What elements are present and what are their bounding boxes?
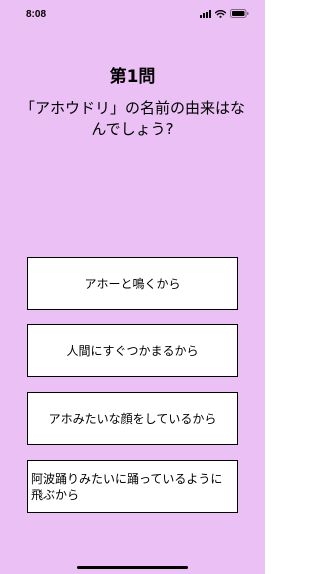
answer-label: アホーと鳴くから — [84, 276, 181, 291]
status-bar: 8:08 — [0, 0, 265, 30]
status-icons — [200, 9, 249, 18]
question-number: 第1問 — [109, 67, 156, 87]
answer-button-3[interactable]: アホみたいな顔をしているから — [27, 392, 238, 445]
answer-label: アホみたいな顔をしているから — [48, 411, 217, 426]
answer-label: 人間にすぐつかまるから — [66, 343, 199, 358]
wifi-icon — [215, 9, 226, 18]
answer-label: 阿波踊りみたいに踊っているように飛ぶから — [31, 471, 223, 502]
battery-icon — [230, 9, 249, 18]
question-text: 「アホウドリ」の名前の由来はなんでしょう? — [20, 99, 246, 138]
home-indicator — [77, 566, 188, 569]
answer-button-2[interactable]: 人間にすぐつかまるから — [27, 324, 238, 377]
answer-button-4[interactable]: 阿波踊りみたいに踊っているように飛ぶから — [27, 460, 238, 513]
quiz-screen: 8:08 第1問 「アホウドリ」の名前の由来はなんでしょう? アホーと鳴くから … — [0, 0, 265, 574]
answer-button-1[interactable]: アホーと鳴くから — [27, 257, 238, 310]
signal-icon — [200, 10, 211, 18]
status-time: 8:08 — [26, 9, 47, 20]
